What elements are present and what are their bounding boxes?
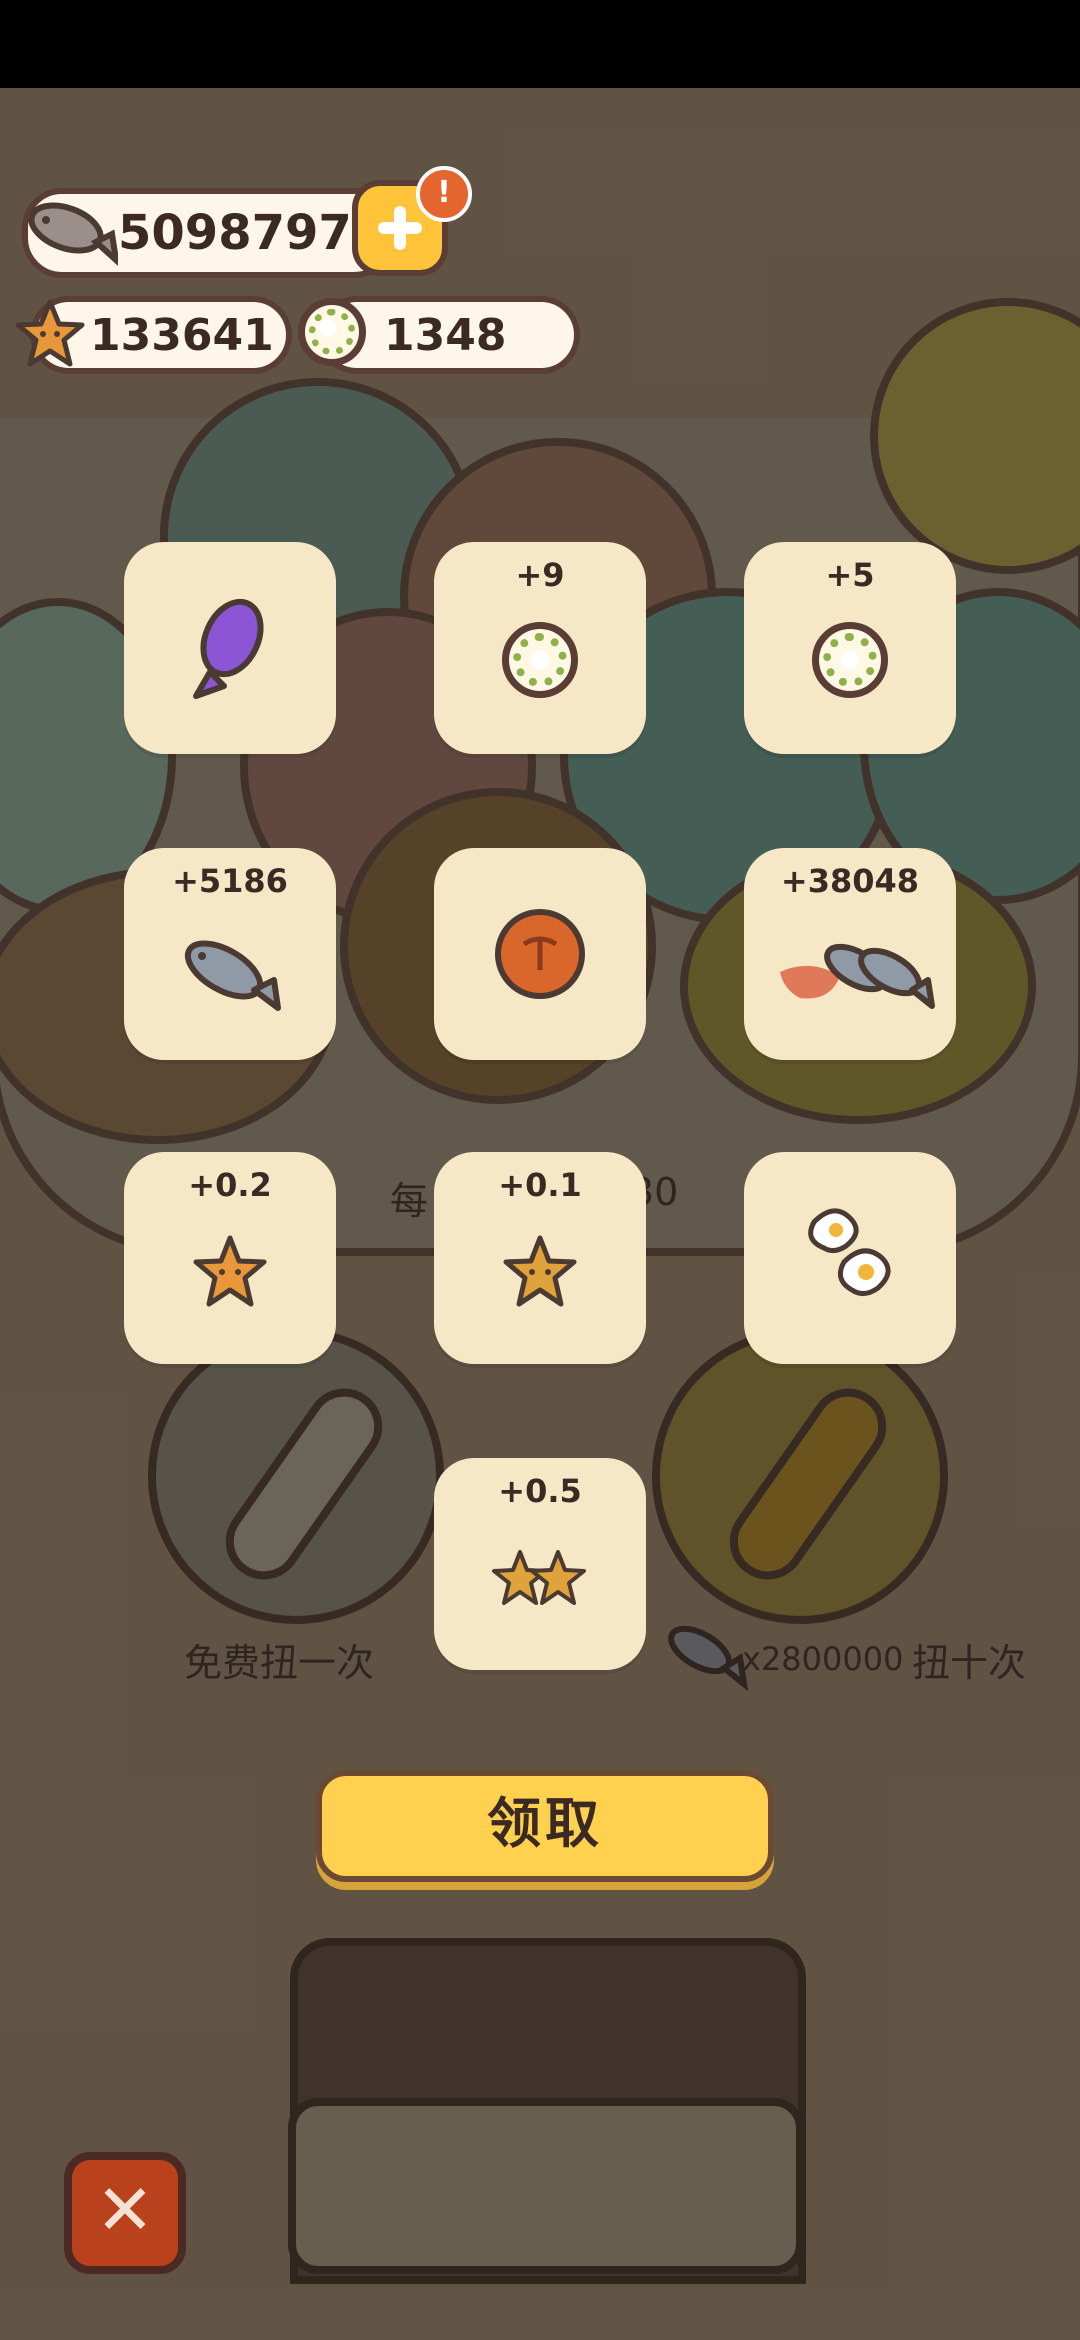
star-smile-icon (193, 1235, 267, 1307)
close-button[interactable]: ✕ (64, 2152, 186, 2274)
fish-icon (28, 202, 118, 266)
ten-spin-label[interactable]: 扭十次 (912, 1632, 1026, 1687)
reward-tile: +5 (744, 542, 956, 754)
star-count: 133641 (90, 309, 274, 361)
reward-amount: +0.1 (498, 1166, 582, 1204)
reward-tile: +38048 (744, 848, 956, 1060)
fish-icon (184, 940, 281, 1011)
reward-tile (434, 848, 646, 1060)
green-coin-icon (298, 298, 366, 366)
status-bar (0, 0, 1080, 88)
salmon-fish-icon (780, 943, 935, 1009)
reward-tile (124, 542, 336, 754)
egg-icon (808, 1208, 891, 1296)
fish-icon (668, 1625, 749, 1692)
green-coin-icon (502, 622, 578, 698)
partial-label: 每 (390, 1179, 429, 1223)
green-coin-icon (812, 622, 888, 698)
double-star-icon (492, 1550, 586, 1605)
free-spin-label[interactable]: 免费扭一次 (184, 1632, 374, 1687)
reward-tile: +0.5 (434, 1458, 646, 1670)
reward-tile: +9 (434, 542, 646, 754)
reward-amount: +38048 (780, 862, 920, 900)
star-icon (15, 299, 85, 367)
reward-amount: +5186 (172, 862, 288, 900)
reward-tile: +5186 (124, 848, 336, 1060)
reward-amount: +0.5 (498, 1472, 582, 1510)
star-icon (503, 1235, 577, 1307)
purple-fish-icon (193, 598, 264, 699)
ten-spin-cost: x2800000 (742, 1640, 904, 1678)
coin-count: 1348 (384, 309, 507, 361)
reward-amount: +5 (825, 556, 875, 594)
reward-amount: +0.2 (188, 1166, 272, 1204)
reward-amount: +9 (515, 556, 565, 594)
reward-tile: +0.2 (124, 1152, 336, 1364)
claim-button[interactable]: 领取 (316, 1770, 774, 1882)
orange-ball-icon (495, 909, 585, 999)
alert-badge-icon: ! (416, 166, 472, 222)
reward-tile: +0.1 (434, 1152, 646, 1364)
reward-tile (744, 1152, 956, 1364)
